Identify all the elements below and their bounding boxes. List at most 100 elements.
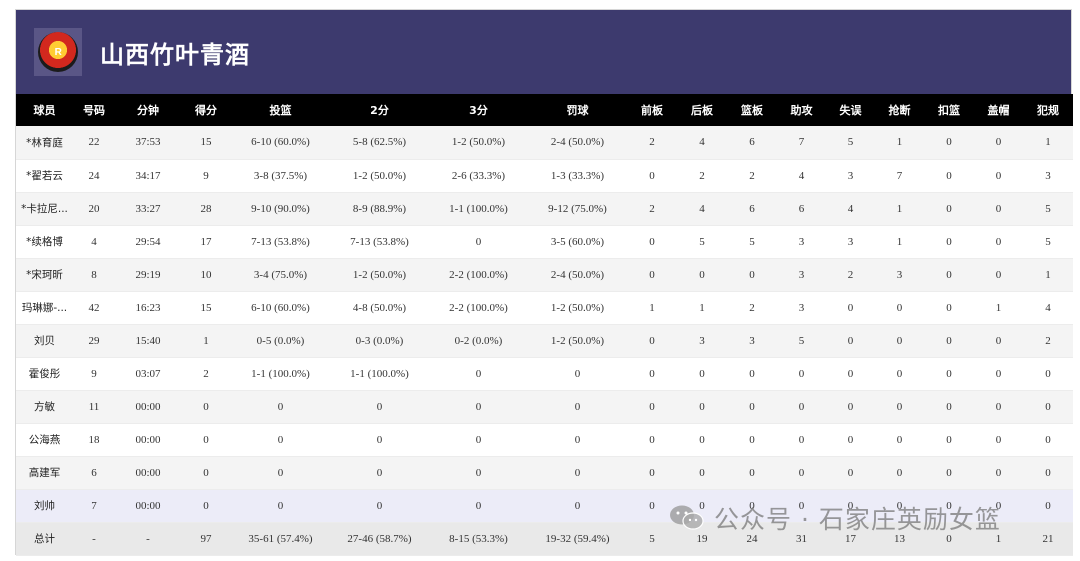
- stat-cell: 00:00: [115, 423, 181, 457]
- stat-cell: 1: [875, 126, 924, 160]
- stat-cell: 0: [777, 456, 826, 490]
- stat-cell: 0: [1023, 357, 1073, 391]
- stat-cell: 6-10 (60.0%): [231, 291, 330, 325]
- stat-cell: 0-2 (0.0%): [429, 324, 528, 358]
- column-header[interactable]: 失误: [826, 94, 875, 126]
- stat-cell: 4: [1023, 291, 1073, 325]
- stat-cell: 24: [73, 159, 115, 193]
- stat-cell: 13: [875, 522, 924, 556]
- stat-cell: 0-3 (0.0%): [330, 324, 429, 358]
- stat-cell: 20: [73, 192, 115, 226]
- stat-cell: 7: [73, 489, 115, 523]
- stat-cell: 18: [73, 423, 115, 457]
- player-name-cell: 刘贝: [16, 324, 73, 358]
- stat-cell: 5: [727, 225, 777, 259]
- stat-cell: 0: [777, 357, 826, 391]
- stat-cell: 2: [677, 159, 727, 193]
- player-row: *卡拉尼... 20 33:27 28 9-10 (90.0%) 8-9 (88.9%) 1…: [16, 192, 1073, 226]
- stat-cell: 0: [181, 456, 231, 490]
- stat-cell: 28: [181, 192, 231, 226]
- player-row: 玛琳娜-... 42 16:23 15 6-10 (60.0%) 4-8 (50.0%) 2…: [16, 291, 1073, 325]
- stat-cell: 3: [677, 324, 727, 358]
- stat-cell: 15: [181, 291, 231, 325]
- stat-cell: 0: [875, 324, 924, 358]
- stat-cell: 1-2 (50.0%): [330, 159, 429, 193]
- player-row: 刘贝 29 15:40 1 0-5 (0.0%) 0-3 (0.0%) 0-2 (0.0%)…: [16, 324, 1073, 358]
- column-header[interactable]: 盖帽: [974, 94, 1023, 126]
- team-name: 山西竹叶青酒: [100, 40, 250, 69]
- stat-cell: 0: [429, 423, 528, 457]
- stat-cell: 0: [974, 225, 1023, 259]
- stat-cell: 00:00: [115, 489, 181, 523]
- stat-cell: 8-15 (53.3%): [429, 522, 528, 556]
- stat-cell: 0: [677, 357, 727, 391]
- stat-cell: 1: [875, 192, 924, 226]
- stat-cell: 0-5 (0.0%): [231, 324, 330, 358]
- player-row: *林育庭 22 37:53 15 6-10 (60.0%) 5-8 (62.5%) 1-2 …: [16, 126, 1073, 160]
- stat-cell: 0: [627, 456, 677, 490]
- stat-cell: 1-1 (100.0%): [330, 357, 429, 391]
- stat-cell: 1-2 (50.0%): [528, 324, 627, 358]
- column-header[interactable]: 球员: [16, 94, 73, 126]
- stat-cell: 0: [974, 192, 1023, 226]
- column-header[interactable]: 扣篮: [924, 94, 974, 126]
- stat-cell: 22: [73, 126, 115, 160]
- column-header[interactable]: 前板: [627, 94, 677, 126]
- stat-cell: 0: [727, 390, 777, 424]
- player-name-cell: 方敏: [16, 390, 73, 424]
- stat-cell: 1-2 (50.0%): [429, 126, 528, 160]
- stat-cell: 7: [875, 159, 924, 193]
- column-header[interactable]: 犯规: [1023, 94, 1073, 126]
- stat-cell: 15:40: [115, 324, 181, 358]
- stat-cell: 34:17: [115, 159, 181, 193]
- stat-cell: 5: [777, 324, 826, 358]
- stat-cell: 3: [826, 159, 875, 193]
- player-name-cell: *卡拉尼...: [16, 192, 73, 226]
- stat-cell: 0: [528, 390, 627, 424]
- column-header[interactable]: 分钟: [115, 94, 181, 126]
- stat-cell: 3: [826, 225, 875, 259]
- stat-cell: 42: [73, 291, 115, 325]
- stat-cell: 0: [826, 324, 875, 358]
- stat-cell: 0: [875, 489, 924, 523]
- stat-cell: 1-2 (50.0%): [528, 291, 627, 325]
- column-header[interactable]: 号码: [73, 94, 115, 126]
- column-header[interactable]: 篮板: [727, 94, 777, 126]
- stat-cell: 4: [677, 192, 727, 226]
- stat-cell: 03:07: [115, 357, 181, 391]
- stat-cell: 9: [73, 357, 115, 391]
- column-header[interactable]: 助攻: [777, 94, 826, 126]
- stat-cell: 0: [677, 258, 727, 292]
- player-name-cell: 刘帅: [16, 489, 73, 523]
- stat-cell: 1: [974, 291, 1023, 325]
- stat-cell: 5-8 (62.5%): [330, 126, 429, 160]
- player-name-cell: *宋珂昕: [16, 258, 73, 292]
- player-row: *续格博 4 29:54 17 7-13 (53.8%) 7-13 (53.8%) 0 3-5…: [16, 225, 1073, 259]
- stat-cell: 0: [677, 423, 727, 457]
- column-header[interactable]: 抢断: [875, 94, 924, 126]
- stat-cell: 29:19: [115, 258, 181, 292]
- stat-cell: 1: [1023, 126, 1073, 160]
- player-row: 霍俊彤 9 03:07 2 1-1 (100.0%) 1-1 (100.0%) 0 0 0 0 0 0…: [16, 357, 1073, 391]
- stat-cell: 0: [974, 324, 1023, 358]
- team-logo-text: R: [54, 46, 62, 58]
- player-name-cell: 高建军: [16, 456, 73, 490]
- column-header[interactable]: 2分: [330, 94, 429, 126]
- team-stats-panel: R 山西竹叶青酒 球员 号码 分钟 得分 投篮 2分 3分 罚球 前板 后板 篮板 助攻 失误 抢断 扣篮盖…: [15, 9, 1073, 556]
- column-header[interactable]: 后板: [677, 94, 727, 126]
- column-header[interactable]: 3分: [429, 94, 528, 126]
- stat-cell: 0: [777, 390, 826, 424]
- stat-cell: 0: [330, 489, 429, 523]
- stat-cell: 29: [73, 324, 115, 358]
- stat-cell: 0: [875, 423, 924, 457]
- stat-cell: 0: [231, 423, 330, 457]
- stat-cell: 0: [974, 357, 1023, 391]
- stat-cell: -: [115, 522, 181, 556]
- stat-cell: 2-2 (100.0%): [429, 258, 528, 292]
- column-header[interactable]: 得分: [181, 94, 231, 126]
- stat-cell: 0: [777, 423, 826, 457]
- column-header[interactable]: 投篮: [231, 94, 330, 126]
- stat-cell: 2-4 (50.0%): [528, 126, 627, 160]
- column-header[interactable]: 罚球: [528, 94, 627, 126]
- stat-cell: 0: [826, 357, 875, 391]
